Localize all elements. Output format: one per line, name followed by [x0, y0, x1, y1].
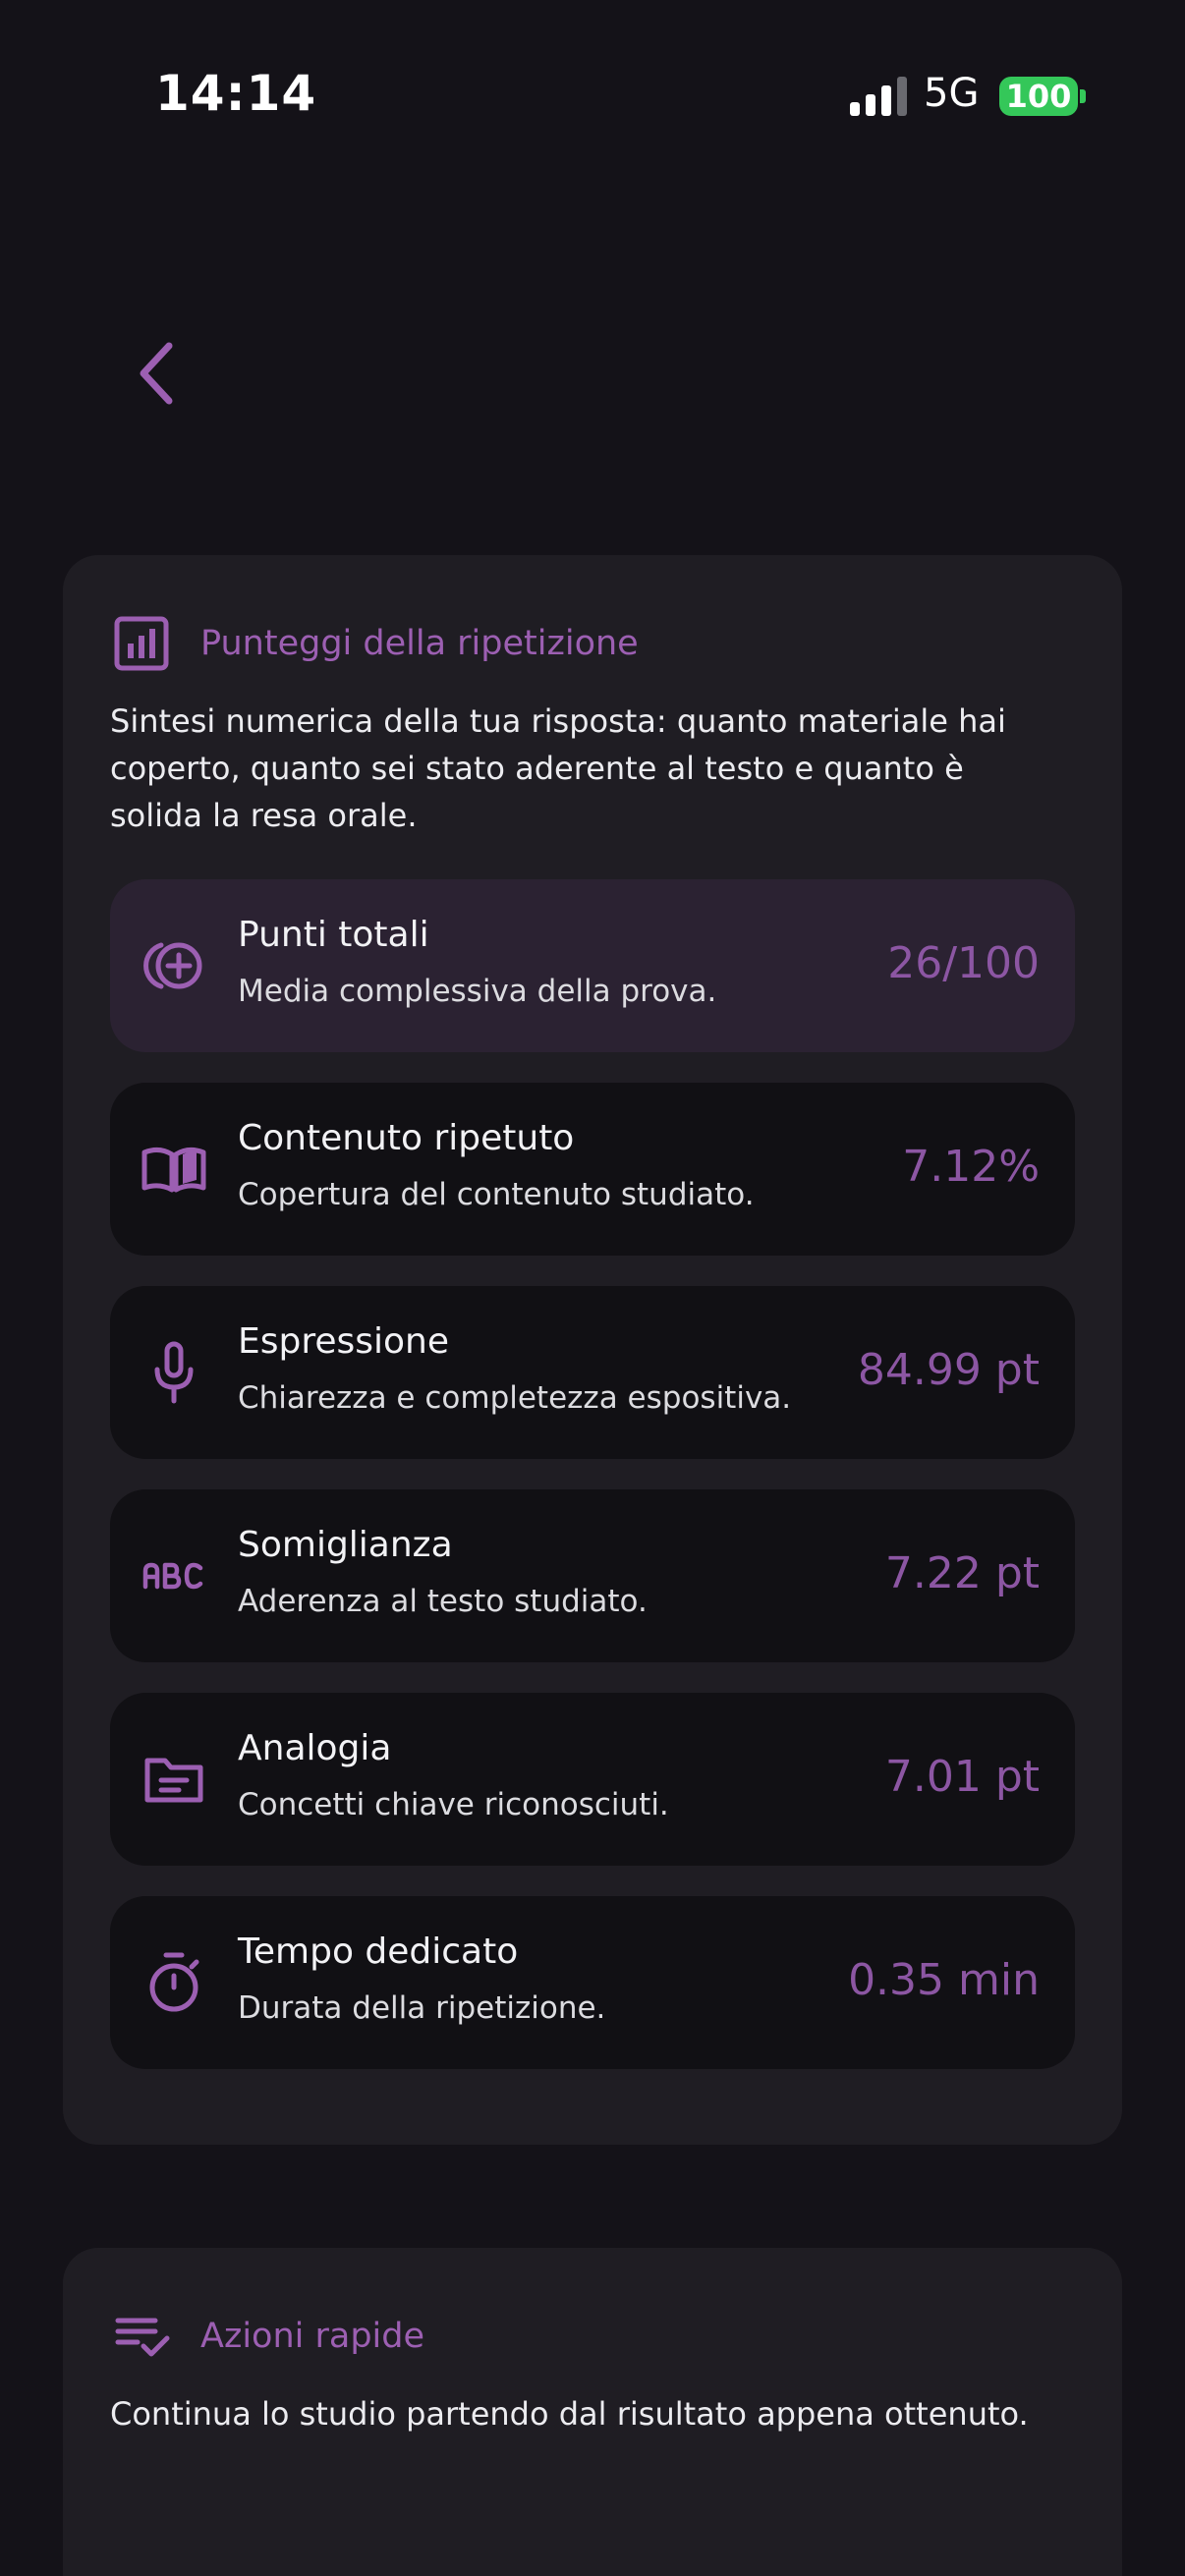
stopwatch-icon: [149, 1952, 199, 2012]
folder-icon: [144, 1758, 203, 1803]
add-circle-icon: [143, 942, 202, 989]
network-label: 5G: [924, 71, 980, 116]
score-row-title: Somiglianza: [238, 1525, 453, 1565]
score-row-content[interactable]: Contenuto ripetuto Copertura del contenu…: [110, 1083, 1075, 1256]
battery-icon: 100: [999, 77, 1078, 116]
score-row-title: Espressione: [238, 1321, 450, 1362]
score-row-subtitle: Durata della ripetizione.: [238, 1990, 606, 2026]
score-row-analogy[interactable]: Analogia Concetti chiave riconosciuti. 7…: [110, 1693, 1075, 1866]
score-row-value: 26/100: [887, 938, 1040, 988]
scores-card-title: Punteggi della ripetizione: [200, 624, 639, 663]
status-time: 14:14: [155, 65, 317, 122]
status-bar: 14:14 5G 100: [0, 0, 1185, 196]
scores-card-description: Sintesi numerica della tua risposta: qua…: [110, 702, 1006, 834]
score-row-subtitle: Aderenza al testo studiato.: [238, 1584, 648, 1619]
quick-actions-card: Azioni rapide Continua lo studio partend…: [63, 2248, 1122, 2576]
battery-tip: [1080, 89, 1086, 103]
microphone-icon: [154, 1341, 194, 1404]
scores-card: Punteggi della ripetizione Sintesi numer…: [63, 555, 1122, 2145]
score-row-value: 7.01 pt: [884, 1752, 1040, 1802]
score-row-title: Tempo dedicato: [238, 1932, 519, 1972]
scores-card-header: Punteggi della ripetizione: [112, 604, 639, 683]
open-book-icon: [141, 1147, 206, 1193]
checklist-icon: [115, 2318, 170, 2357]
signal-icon: [850, 77, 907, 116]
score-row-value: 7.22 pt: [884, 1548, 1040, 1598]
score-row-subtitle: Copertura del contenuto studiato.: [238, 1177, 755, 1212]
score-row-subtitle: Chiarezza e completezza espositiva.: [238, 1380, 792, 1416]
quick-actions-title: Azioni rapide: [200, 2317, 425, 2356]
bar-chart-icon: [114, 616, 169, 671]
score-row-expression[interactable]: Espressione Chiarezza e completezza espo…: [110, 1286, 1075, 1459]
quick-actions-description: Continua lo studio partendo dal risultat…: [110, 2395, 1029, 2433]
score-row-total[interactable]: Punti totali Media complessiva della pro…: [110, 879, 1075, 1052]
score-row-subtitle: Media complessiva della prova.: [238, 974, 717, 1009]
score-row-title: Punti totali: [238, 915, 429, 955]
score-row-similarity[interactable]: Somiglianza Aderenza al testo studiato. …: [110, 1489, 1075, 1662]
score-row-value: 84.99 pt: [857, 1345, 1040, 1395]
score-row-subtitle: Concetti chiave riconosciuti.: [238, 1787, 669, 1822]
abc-icon: [142, 1562, 203, 1590]
quick-actions-header: Azioni rapide: [112, 2297, 424, 2376]
score-row-title: Analogia: [238, 1728, 392, 1768]
score-row-title: Contenuto ripetuto: [238, 1118, 575, 1158]
score-row-time[interactable]: Tempo dedicato Durata della ripetizione.…: [110, 1896, 1075, 2069]
back-chevron-icon[interactable]: [128, 334, 187, 413]
score-row-value: 7.12%: [902, 1142, 1040, 1192]
score-row-value: 0.35 min: [848, 1955, 1040, 2005]
